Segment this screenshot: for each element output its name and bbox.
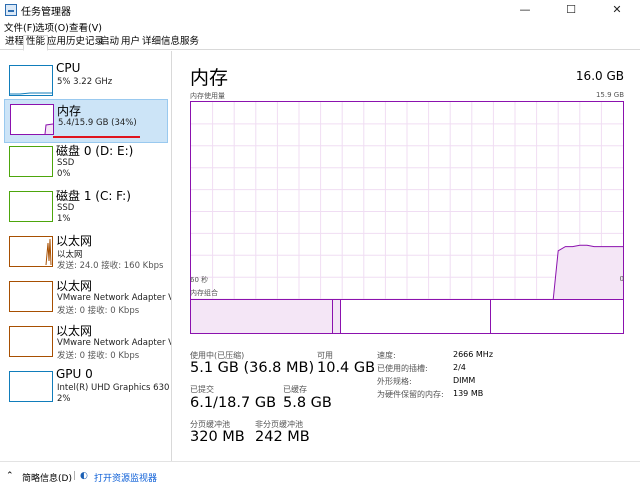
ethernet-thumbnail-graph <box>9 281 53 312</box>
sidebar-item-gpu-0[interactable]: GPU 0 Intel(R) UHD Graphics 630 2% <box>4 367 170 411</box>
spec-reserved-label: 为硬件保留的内存: <box>377 390 444 399</box>
menu-view[interactable]: 查看(V) <box>69 20 102 34</box>
collapse-icon[interactable]: ⌃ <box>6 471 14 481</box>
spec-speed-label: 速度: <box>377 351 396 360</box>
page-title: 内存 <box>190 67 229 89</box>
menu-options[interactable]: 选项(O) <box>35 20 69 34</box>
sidebar-item-vmware-ethernet-1[interactable]: 以太网 VMware Network Adapter V... 发送: 0 接收… <box>4 277 171 321</box>
cached-label: 已缓存 <box>283 385 307 394</box>
total-memory: 16.0 GB <box>575 69 624 83</box>
disk-0-thumbnail-graph <box>9 146 53 177</box>
sidebar-item-detail: VMware Network Adapter V... <box>57 338 172 348</box>
usage-chart-max: 15.9 GB <box>595 91 624 99</box>
composition-in-use <box>191 300 333 333</box>
sidebar-item-disk-1[interactable]: 磁盘 1 (C: F:) SSD 1% <box>4 187 168 231</box>
ethernet-thumbnail-graph <box>9 326 53 357</box>
ethernet-thumbnail-graph <box>9 236 53 267</box>
tab-startup[interactable]: 启动 <box>98 36 121 50</box>
sidebar-item-detail: 5.4/15.9 GB (34%) <box>58 118 137 128</box>
sidebar-item-detail: SSD <box>57 158 75 168</box>
composition-free <box>491 300 623 333</box>
memory-detail-panel: 内存 16.0 GB 内存使用量 15.9 GB 60 秒 0 内存组合 使用中… <box>173 51 640 461</box>
sidebar-item-title: 磁盘 1 (C: F:) <box>56 189 131 203</box>
sidebar-item-detail: 发送: 0 接收: 0 Kbps <box>57 306 140 316</box>
memory-composition-bar <box>190 299 624 334</box>
available-value: 10.4 GB <box>317 360 376 376</box>
maximize-icon: ☐ <box>566 3 576 16</box>
spec-reserved-value: 139 MB <box>453 389 484 398</box>
sidebar-item-detail: 1% <box>57 214 71 224</box>
sidebar-item-detail: 5% 3.22 GHz <box>57 77 113 87</box>
close-button[interactable]: ✕ <box>594 0 640 20</box>
menu-bar: 文件(F) 选项(O) 查看(V) <box>0 20 640 34</box>
chart-time-right: 0 <box>619 275 624 283</box>
resource-monitor-icon: ◐ <box>80 471 88 481</box>
red-underline-annotation <box>53 136 140 138</box>
sidebar-item-title: 内存 <box>57 104 82 118</box>
sidebar-item-detail: Intel(R) UHD Graphics 630 <box>57 383 170 393</box>
composition-label: 内存组合 <box>190 289 218 297</box>
sidebar-item-detail: 2% <box>57 394 71 404</box>
tab-users[interactable]: 用户 <box>119 36 142 50</box>
nonpaged-pool-value: 242 MB <box>255 429 310 445</box>
performance-sidebar: CPU 5% 3.22 GHz 内存 5.4/15.9 GB (34%) 磁盘 … <box>0 51 172 461</box>
memory-usage-svg <box>191 102 623 321</box>
sidebar-item-detail: 发送: 0 接收: 0 Kbps <box>57 351 140 361</box>
sidebar-item-detail: 0% <box>57 169 71 179</box>
sidebar-item-title: 以太网 <box>56 279 93 293</box>
chart-time-left: 60 秒 <box>190 276 209 284</box>
composition-standby <box>341 300 491 333</box>
disk-1-thumbnail-graph <box>9 191 53 222</box>
committed-label: 已提交 <box>190 385 214 394</box>
cached-value: 5.8 GB <box>283 395 332 411</box>
minimize-button[interactable]: — <box>502 0 548 20</box>
tab-bar: 进程 性能 应用历史记录 启动 用户 详细信息 服务 <box>0 34 640 51</box>
sidebar-item-title: 以太网 <box>56 234 93 248</box>
cpu-thumbnail-graph <box>9 65 53 96</box>
tab-details[interactable]: 详细信息 <box>140 36 182 50</box>
sidebar-item-title: CPU <box>56 61 81 75</box>
spec-slots-label: 已使用的插槽: <box>377 364 428 373</box>
composition-modified <box>333 300 341 333</box>
footer-divider: | <box>73 471 77 481</box>
memory-thumbnail-graph <box>10 104 54 135</box>
sidebar-item-detail: SSD <box>57 203 75 213</box>
footer-bar: ⌃ 简略信息(D) | ◐ 打开资源监视器 <box>0 461 640 493</box>
window-title: 任务管理器 <box>21 7 71 18</box>
spec-form-factor-label: 外形规格: <box>377 377 412 386</box>
maximize-button[interactable]: ☐ <box>548 0 594 20</box>
title-bar: 任务管理器 — ☐ ✕ <box>0 0 640 20</box>
close-icon: ✕ <box>612 3 622 16</box>
spec-slots-value: 2/4 <box>453 363 466 372</box>
usage-chart-label: 内存使用量 <box>190 92 225 100</box>
spec-form-factor-value: DIMM <box>453 376 476 385</box>
memory-usage-chart <box>190 101 624 322</box>
tab-app-history[interactable]: 应用历史记录 <box>45 36 106 50</box>
gpu-thumbnail-graph <box>9 371 53 402</box>
paged-pool-value: 320 MB <box>190 429 245 445</box>
menu-file[interactable]: 文件(F) <box>4 20 36 34</box>
sidebar-item-title: GPU 0 <box>56 367 93 381</box>
sidebar-item-detail: 发送: 24.0 接收: 160 Kbps <box>57 261 164 271</box>
sidebar-item-title: 磁盘 0 (D: E:) <box>56 144 134 158</box>
spec-speed-value: 2666 MHz <box>453 350 494 359</box>
fewer-details-link[interactable]: 简略信息(D) <box>22 471 72 484</box>
sidebar-item-detail: VMware Network Adapter V... <box>57 293 172 303</box>
sidebar-item-title: 以太网 <box>56 324 93 338</box>
task-manager-icon <box>5 4 17 16</box>
sidebar-item-vmware-ethernet-2[interactable]: 以太网 VMware Network Adapter V... 发送: 0 接收… <box>4 322 171 366</box>
in-use-value: 5.1 GB (36.8 MB) <box>190 360 315 376</box>
committed-value: 6.1/18.7 GB <box>190 395 277 411</box>
sidebar-item-ethernet[interactable]: 以太网 以太网 发送: 24.0 接收: 160 Kbps <box>4 232 168 276</box>
open-resource-monitor-link[interactable]: 打开资源监视器 <box>94 471 157 484</box>
tab-services[interactable]: 服务 <box>178 36 201 50</box>
sidebar-item-disk-0[interactable]: 磁盘 0 (D: E:) SSD 0% <box>4 142 168 186</box>
minimize-icon: — <box>519 3 531 16</box>
